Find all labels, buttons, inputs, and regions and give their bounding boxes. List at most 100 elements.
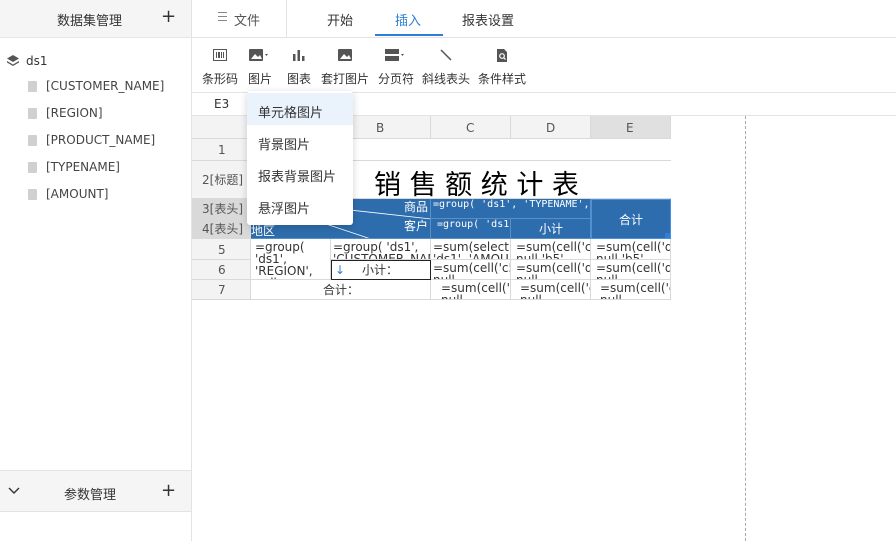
row-header-3[interactable]: 3[表头] bbox=[192, 199, 251, 219]
column-header-label: D bbox=[546, 121, 556, 135]
product-label: 商品 bbox=[404, 200, 429, 214]
row-header-1[interactable]: 1 bbox=[192, 139, 251, 161]
subtotal-row-label: 小计： bbox=[362, 263, 399, 277]
menu-item-report-background-image[interactable]: 报表背景图片 bbox=[247, 157, 353, 189]
menu-item-background-image[interactable]: 背景图片 bbox=[247, 125, 353, 157]
cell-e6[interactable]: =sum(cell('d5', null bbox=[591, 260, 671, 280]
e6-formula: =sum(cell('d5', null bbox=[596, 261, 670, 280]
tree-item-ds1[interactable]: ds1 bbox=[0, 52, 191, 74]
header-total-cell[interactable]: 合计 bbox=[591, 199, 671, 239]
cell-c6[interactable]: =sum(cell('c5', null bbox=[431, 260, 511, 280]
row-header-7[interactable]: 7 bbox=[192, 280, 251, 300]
cell-d6[interactable]: =sum(cell('d5', null bbox=[511, 260, 591, 280]
tree-field-item[interactable]: [PRODUCT_NAME] bbox=[0, 128, 191, 155]
tree-field-item[interactable]: [TYPENAME] bbox=[0, 155, 191, 182]
page-boundary-line bbox=[745, 116, 746, 541]
tree-field-label: [AMOUNT] bbox=[46, 187, 109, 201]
header-subtotal-cell[interactable]: 小计 bbox=[511, 219, 591, 239]
column-header-c[interactable]: C bbox=[431, 116, 511, 139]
field-icon bbox=[28, 189, 37, 200]
image-icon bbox=[249, 49, 268, 61]
cell-d7[interactable]: =sum(cell('d5', null bbox=[511, 280, 591, 300]
menu-icon bbox=[218, 12, 227, 24]
expand-arrow-icon: ↓ bbox=[335, 263, 346, 277]
diagonal-header-button[interactable]: 斜线表头 bbox=[420, 38, 472, 93]
add-param-icon[interactable]: + bbox=[161, 482, 176, 500]
cell-e5[interactable]: =sum(cell('d5', null 'b5' bbox=[591, 239, 671, 260]
toolbar-label: 套打图片 bbox=[320, 72, 369, 86]
d7-formula: =sum(cell('d5', null bbox=[520, 281, 590, 300]
toolbar-label: 条形码 bbox=[201, 72, 238, 86]
left-panel: 数据集管理 + ds1 [CUSTOMER_NAME] [REGION] [PR… bbox=[0, 0, 192, 541]
add-dataset-icon[interactable]: + bbox=[161, 8, 176, 26]
tree-field-label: [PRODUCT_NAME] bbox=[46, 133, 156, 147]
cell-e7[interactable]: =sum(cell('d5', null bbox=[591, 280, 671, 300]
menu-item-cell-image[interactable]: 单元格图片 bbox=[247, 93, 353, 125]
menu-item-label: 单元格图片 bbox=[258, 106, 324, 121]
dataset-panel-header: 数据集管理 + bbox=[0, 0, 191, 38]
menu-item-label: 悬浮图片 bbox=[258, 202, 311, 217]
toolbar-label: 斜线表头 bbox=[421, 72, 470, 86]
product-group-formula: =group( 'ds1', 'PRODUCT bbox=[437, 219, 510, 230]
selection-handle[interactable] bbox=[665, 233, 670, 238]
chart-icon bbox=[293, 50, 305, 61]
param-panel-header[interactable]: 参数管理 + bbox=[0, 470, 191, 512]
menu-item-floating-image[interactable]: 悬浮图片 bbox=[247, 189, 353, 221]
cell-b6[interactable]: ↓ 小计： bbox=[331, 260, 431, 280]
cell-c7[interactable]: =sum(cell('c5', null bbox=[431, 280, 511, 300]
file-menu-button[interactable]: 文件 bbox=[192, 0, 287, 37]
page-break-icon bbox=[385, 49, 404, 61]
row-header-label: 1 bbox=[218, 143, 226, 157]
image-button[interactable]: 图片 bbox=[245, 38, 275, 93]
total-header-label: 合计 bbox=[619, 213, 644, 227]
chevron-down-icon[interactable] bbox=[8, 485, 20, 497]
image-dropdown-menu: 单元格图片 背景图片 报表背景图片 悬浮图片 bbox=[247, 91, 353, 225]
grid-corner[interactable] bbox=[192, 116, 251, 139]
cell-a5[interactable]: =group( 'ds1', 'REGION', null, 'REGION bbox=[251, 239, 331, 280]
condition-style-button[interactable]: 条件样式 bbox=[476, 38, 528, 93]
e7-formula: =sum(cell('d5', null bbox=[600, 281, 670, 300]
region-group-formula: =group( 'ds1', 'REGION', null, 'REGION bbox=[255, 240, 313, 279]
toolbar-label: 条件样式 bbox=[477, 72, 526, 86]
total-row-label: 合计： bbox=[323, 283, 360, 297]
cell-a7[interactable]: 合计： bbox=[251, 280, 431, 300]
customer-group-formula: =group( 'ds1', 'CUSTOMER_NAM bbox=[333, 240, 431, 260]
cell-d5[interactable]: =sum(cell('c5', null 'b5' bbox=[511, 239, 591, 260]
row-header-label: 3[表头] bbox=[202, 202, 243, 216]
header-group-cell[interactable]: =group( 'ds1', 'TYPENAME', null, 'TYPENA… bbox=[431, 199, 591, 219]
amount-sum-formula: =sum(select( 'ds1', 'AMOU bbox=[433, 240, 511, 260]
barcode-button[interactable]: 条形码 bbox=[200, 38, 240, 93]
tree-field-item[interactable]: [CUSTOMER_NAME] bbox=[0, 74, 191, 101]
barcode-icon bbox=[213, 49, 227, 61]
header-product-cell[interactable]: =group( 'ds1', 'PRODUCT bbox=[431, 219, 511, 239]
tab-start[interactable]: 开始 bbox=[327, 10, 353, 29]
tree-root-label: ds1 bbox=[26, 54, 48, 68]
dataset-tree: ds1 [CUSTOMER_NAME] [REGION] [PRODUCT_NA… bbox=[0, 38, 191, 209]
insert-toolbar: 条形码 图片 图表 套打图片 分页符 斜线表头 条件样式 bbox=[192, 38, 896, 93]
row-header-label: 6 bbox=[218, 263, 226, 277]
toolbar-label: 图片 bbox=[247, 72, 272, 86]
column-header-label: C bbox=[466, 121, 475, 135]
c6-formula: =sum(cell('c5', null bbox=[433, 261, 510, 280]
column-header-e[interactable]: E bbox=[591, 116, 671, 139]
page-break-button[interactable]: 分页符 bbox=[376, 38, 416, 93]
tab-report-settings[interactable]: 报表设置 bbox=[462, 10, 514, 29]
row-header-4[interactable]: 4[表头] bbox=[192, 219, 251, 239]
tab-insert[interactable]: 插入 bbox=[395, 10, 421, 29]
row-header-5[interactable]: 5 bbox=[192, 239, 251, 260]
cell-b5[interactable]: =group( 'ds1', 'CUSTOMER_NAM bbox=[331, 239, 431, 260]
type-group-formula: =group( 'ds1', 'TYPENAME', null, 'TYPENA… bbox=[433, 199, 590, 210]
subtotal-formula: =sum(cell('c5', null 'b5' bbox=[516, 240, 591, 260]
chart-button[interactable]: 图表 bbox=[284, 38, 314, 93]
tree-field-item[interactable]: [REGION] bbox=[0, 101, 191, 128]
tree-field-label: [REGION] bbox=[46, 106, 103, 120]
menu-item-label: 背景图片 bbox=[258, 138, 311, 153]
row-header-2[interactable]: 2[标题] bbox=[192, 161, 251, 199]
overlay-image-button[interactable]: 套打图片 bbox=[320, 38, 370, 93]
cell-reference[interactable]: E3 bbox=[214, 97, 229, 111]
tree-field-item[interactable]: [AMOUNT] bbox=[0, 182, 191, 209]
row-header-6[interactable]: 6 bbox=[192, 260, 251, 280]
active-tab-indicator bbox=[375, 34, 443, 36]
cell-c5[interactable]: =sum(select( 'ds1', 'AMOU bbox=[431, 239, 511, 260]
column-header-d[interactable]: D bbox=[511, 116, 591, 139]
